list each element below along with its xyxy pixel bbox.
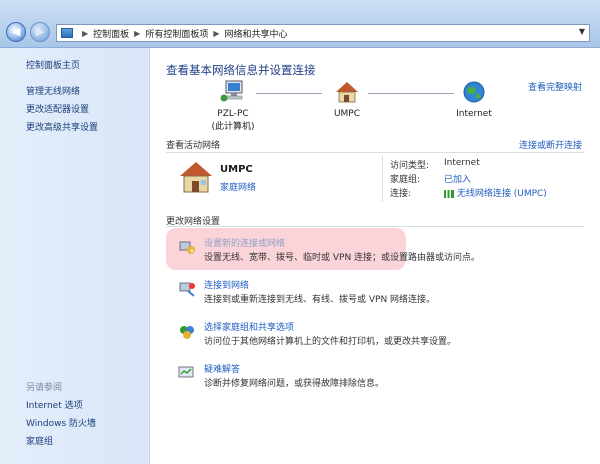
detail-value: Internet [444, 158, 480, 168]
section-divider [166, 152, 584, 153]
task-link[interactable]: 连接到网络 [204, 278, 249, 291]
address-toolbar: ◀ ▶ ▶ 控制面板 ▶ 所有控制面板项 ▶ 网络和共享中心 ▼ [0, 0, 600, 48]
breadcrumb-separator: ▶ [134, 28, 141, 38]
task-link[interactable]: 设置新的连接或网络 [204, 236, 285, 249]
sidebar-item-manage-wireless[interactable]: 管理无线网络 [26, 84, 80, 97]
active-networks-header: 查看活动网络 [166, 141, 221, 151]
sidebar-item-advanced-sharing[interactable]: 更改高级共享设置 [26, 120, 98, 133]
map-node-computer: PZL-PC (此计算机) [198, 80, 268, 132]
node-label: PZL-PC [217, 109, 249, 119]
task-homegroup-sharing[interactable]: 选择家庭组和共享选项 访问位于其他网络计算机上的文件和打印机，或更改共享设置。 [178, 320, 588, 354]
task-link[interactable]: 选择家庭组和共享选项 [204, 320, 294, 333]
connect-network-icon [179, 282, 195, 297]
sidebar: 控制面板主页 管理无线网络 更改适配器设置 更改高级共享设置 另请参阅 Inte… [0, 48, 150, 464]
task-description: 设置无线、宽带、拨号、临时或 VPN 连接；或设置路由器或访问点。 [204, 253, 481, 263]
sidebar-item-home[interactable]: 控制面板主页 [26, 58, 80, 71]
node-label: Internet [456, 109, 492, 119]
main-panel: 查看基本网络信息并设置连接 查看完整映射 PZL-PC (此计算机) UMPC … [150, 48, 600, 464]
detail-connection: 连接: 无线网络连接 (UMPC) [390, 186, 547, 199]
see-also-internet-options[interactable]: Internet 选项 [26, 398, 83, 411]
see-also-homegroup[interactable]: 家庭组 [26, 434, 53, 447]
node-label: UMPC [333, 109, 361, 119]
control-panel-icon [61, 28, 73, 38]
task-description: 连接到或重新连接到无线、有线、拨号或 VPN 网络连接。 [204, 295, 436, 305]
wireless-connection-link[interactable]: 无线网络连接 (UMPC) [444, 186, 547, 199]
forward-button[interactable]: ▶ [30, 22, 50, 42]
new-connection-icon: + [179, 241, 195, 255]
task-link[interactable]: 疑难解答 [204, 362, 240, 375]
house-icon [336, 82, 358, 103]
computer-icon [220, 80, 243, 102]
connection-name: 无线网络连接 (UMPC) [456, 189, 547, 199]
homegroup-joined-link[interactable]: 已加入 [444, 172, 471, 185]
see-also-firewall[interactable]: Windows 防火墙 [26, 416, 96, 429]
task-new-connection[interactable]: + 设置新的连接或网络 设置无线、宽带、拨号、临时或 VPN 连接；或设置路由器… [178, 236, 588, 270]
detail-key: 访问类型: [390, 161, 430, 171]
troubleshoot-icon [178, 366, 194, 378]
details-divider [382, 156, 383, 202]
signal-bars-icon [444, 189, 454, 198]
svg-text:+: + [189, 247, 195, 255]
address-dropdown-icon[interactable]: ▼ [579, 27, 585, 36]
map-node-umpc: UMPC [322, 80, 372, 119]
detail-homegroup: 家庭组: 已加入 [390, 172, 471, 185]
breadcrumb-item-control-panel[interactable]: 控制面板 [93, 27, 129, 40]
task-description: 访问位于其他网络计算机上的文件和打印机，或更改共享设置。 [204, 337, 457, 347]
map-node-internet: Internet [444, 80, 504, 119]
detail-access-type: 访问类型: Internet [390, 158, 480, 171]
task-description: 诊断并修复网络问题，或获得故障排除信息。 [204, 379, 385, 389]
breadcrumb-separator: ▶ [213, 28, 220, 38]
homegroup-icon [180, 326, 194, 339]
globe-icon [463, 81, 485, 103]
node-sublabel: (此计算机) [211, 122, 255, 132]
house-icon [180, 162, 212, 193]
network-type-link[interactable]: 家庭网络 [220, 180, 256, 193]
active-network-name: UMPC [220, 164, 253, 175]
address-bar[interactable]: ▶ 控制面板 ▶ 所有控制面板项 ▶ 网络和共享中心 ▼ [56, 24, 590, 42]
page-title: 查看基本网络信息并设置连接 [166, 63, 316, 77]
detail-key: 连接: [390, 189, 412, 199]
sidebar-item-adapter-settings[interactable]: 更改适配器设置 [26, 102, 89, 115]
active-network: UMPC 家庭网络 [178, 158, 368, 202]
full-map-link[interactable]: 查看完整映射 [528, 80, 582, 93]
breadcrumb-item-network-center[interactable]: 网络和共享中心 [225, 27, 288, 40]
detail-key: 家庭组: [390, 175, 421, 185]
breadcrumb-separator: ▶ [82, 28, 89, 38]
task-connect-network[interactable]: 连接到网络 连接到或重新连接到无线、有线、拨号或 VPN 网络连接。 [178, 278, 588, 312]
see-also-title: 另请参阅 [26, 383, 63, 393]
connect-disconnect-link[interactable]: 连接或断开连接 [519, 138, 582, 151]
back-button[interactable]: ◀ [6, 22, 26, 42]
section-divider [166, 226, 584, 227]
task-troubleshoot[interactable]: 疑难解答 诊断并修复网络问题，或获得故障排除信息。 [178, 362, 588, 396]
map-connector [368, 93, 454, 94]
breadcrumb-item-all-items[interactable]: 所有控制面板项 [145, 27, 208, 40]
